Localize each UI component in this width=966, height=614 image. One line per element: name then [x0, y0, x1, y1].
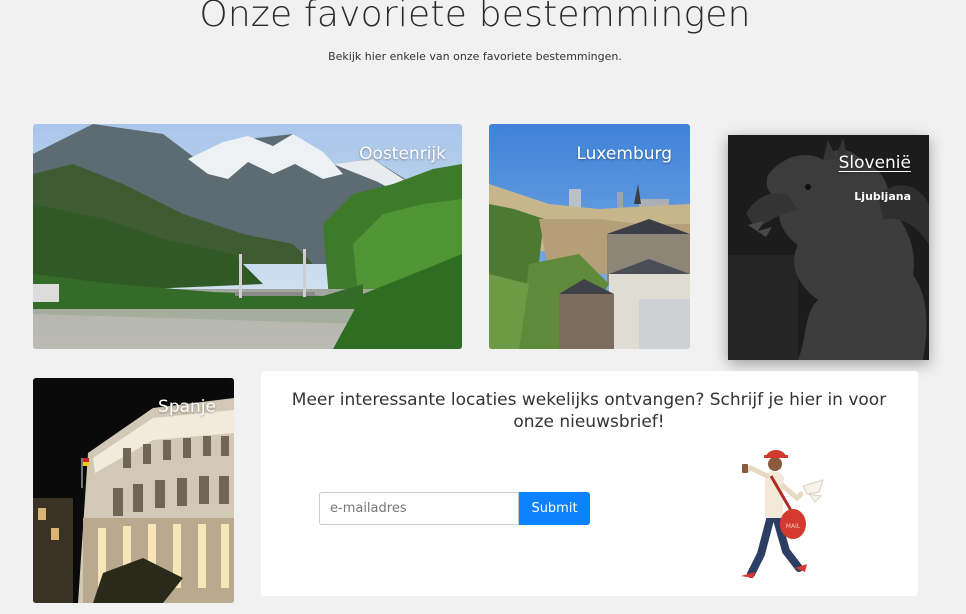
destination-label-slovenie[interactable]: Slovenië [839, 153, 911, 173]
page-title: Onze favoriete bestemmingen [199, 0, 751, 35]
destination-label-luxemburg[interactable]: Luxemburg [576, 144, 672, 164]
bag-text: MAIL [786, 523, 801, 530]
mail-carrier-illustration: MAIL [741, 450, 824, 578]
destination-card-oostenrijk[interactable]: Oostenrijk [33, 124, 462, 349]
destination-card-spanje[interactable]: Spanje [33, 378, 234, 603]
destination-card-slovenie[interactable]: Slovenië Ljubljana [728, 135, 929, 360]
page-subtitle: Bekijk hier enkele van onze favoriete be… [328, 50, 622, 63]
newsletter-text: Meer interessante locaties wekelijks ont… [291, 390, 887, 432]
destination-label-oostenrijk[interactable]: Oostenrijk [359, 144, 446, 164]
email-input[interactable] [319, 492, 519, 525]
newsletter-panel: Meer interessante locaties wekelijks ont… [261, 371, 918, 596]
destination-label-spanje[interactable]: Spanje [158, 397, 216, 417]
destination-caption-ljubljana: Ljubljana [854, 190, 911, 203]
submit-button[interactable]: Submit [519, 492, 590, 525]
destination-card-luxemburg[interactable]: Luxemburg [489, 124, 690, 349]
